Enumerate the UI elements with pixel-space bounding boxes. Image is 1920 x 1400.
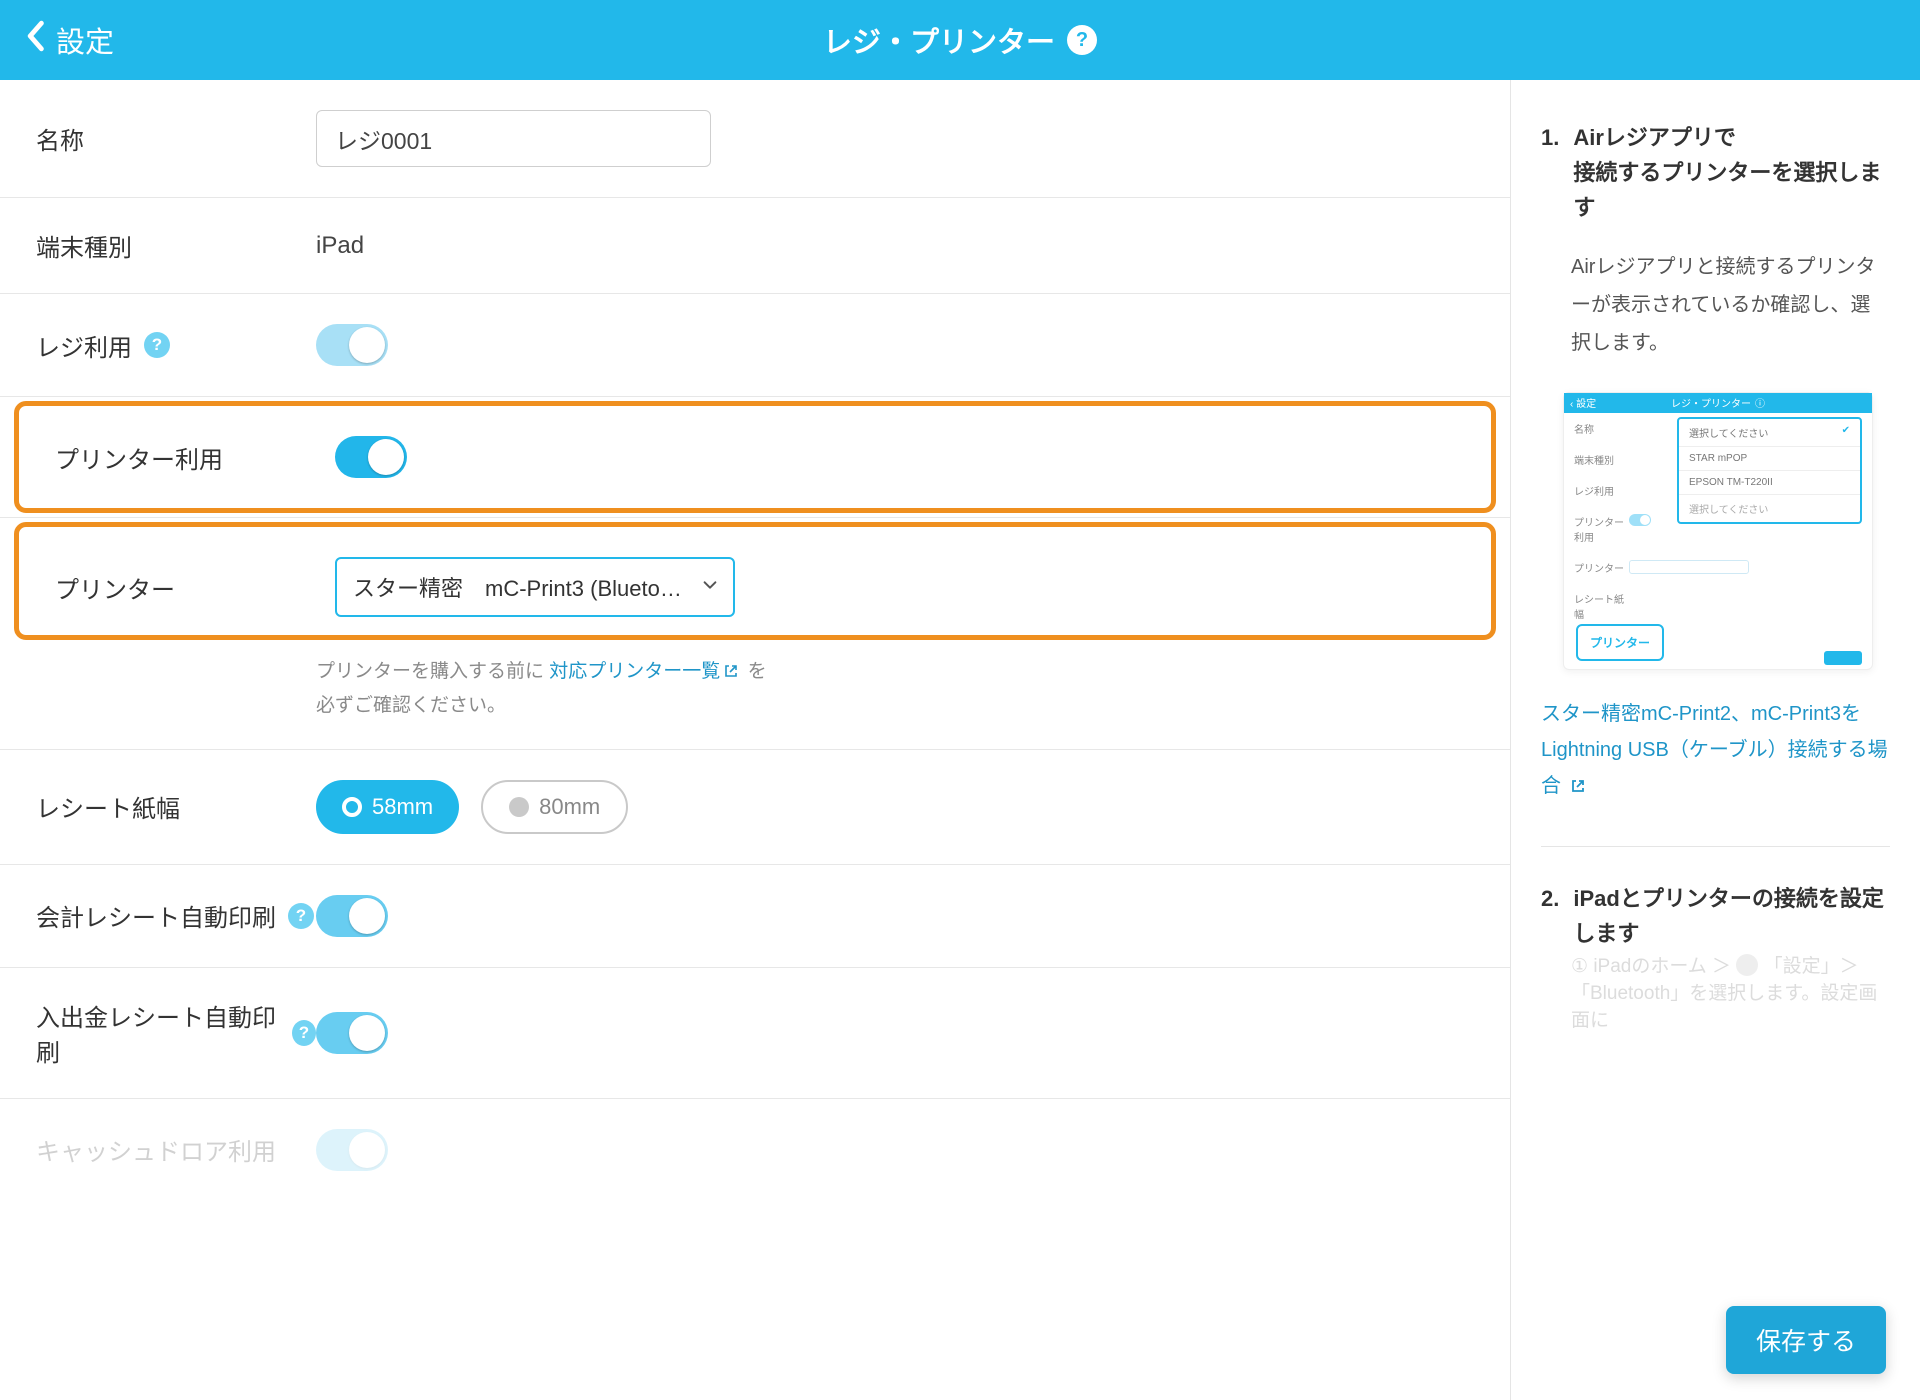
step2-title: iPadとプリンターの接続を設定します (1573, 881, 1890, 951)
gear-icon (1736, 954, 1758, 976)
step2-ghost: ① iPadのホーム ＞ 「設定」＞「Bluetooth」を選択します。設定画面… (1571, 951, 1890, 1032)
toggle-printer-use[interactable] (335, 436, 407, 478)
row-auto-cash-receipt: 入出金レシート自動印刷 ? (0, 968, 1510, 1099)
usb-connection-link[interactable]: スター精密mC-Print2、mC-Print3をLightning USB（ケ… (1541, 696, 1890, 806)
toggle-register-use[interactable] (316, 324, 388, 366)
toggle-drawer[interactable] (316, 1129, 388, 1171)
device-value: iPad (316, 232, 1474, 260)
label-paper-width: レシート紙幅 (36, 789, 316, 824)
paper-width-80mm[interactable]: 80mm (481, 780, 628, 834)
label-printer-use: プリンター利用 (55, 440, 335, 475)
radio-dot-icon (509, 797, 529, 817)
radio-dot-icon (342, 797, 362, 817)
help-icon[interactable]: ? (292, 1020, 316, 1046)
external-link-icon (723, 658, 739, 690)
name-input[interactable] (316, 110, 711, 167)
scroll-fade (0, 1280, 1510, 1400)
label-register-use: レジ利用 (36, 328, 132, 363)
step-number-1 (1541, 120, 1559, 226)
row-printer-use: プリンター利用 (19, 406, 1491, 508)
settings-form: 名称 端末種別 iPad レジ利用 ? プリンター利用 (0, 80, 1510, 1400)
step-number-2 (1541, 881, 1559, 951)
back-label: 設定 (56, 19, 114, 61)
help-icon[interactable]: ? (288, 903, 314, 929)
toggle-auto-cash-receipt[interactable] (316, 1012, 388, 1054)
row-register-use: レジ利用 ? (0, 294, 1510, 397)
printer-select-value: スター精密 mC-Print3 (Bluetooth/U… (353, 576, 734, 601)
row-drawer: キャッシュドロア利用 (0, 1099, 1510, 1217)
row-auto-receipt: 会計レシート自動印刷 ? (0, 865, 1510, 968)
label-device: 端末種別 (36, 228, 316, 263)
page-title: レジ・プリンター (823, 19, 1055, 61)
highlight-printer-use: プリンター利用 (14, 401, 1496, 513)
label-auto-receipt: 会計レシート自動印刷 (36, 898, 276, 933)
highlight-printer: プリンター スター精密 mC-Print3 (Bluetooth/U… (14, 522, 1496, 640)
paper-width-58mm[interactable]: 58mm (316, 780, 459, 834)
row-device: 端末種別 iPad (0, 198, 1510, 294)
save-button[interactable]: 保存する (1726, 1306, 1886, 1374)
label-auto-cash-receipt: 入出金レシート自動印刷 (36, 998, 280, 1068)
chevron-down-icon (701, 574, 719, 600)
chevron-left-icon (24, 20, 46, 60)
printer-helper: プリンターを購入する前に 対応プリンター一覧 を必ずご確認ください。 (316, 644, 776, 723)
row-name: 名称 (0, 80, 1510, 198)
printer-select[interactable]: スター精密 mC-Print3 (Bluetooth/U… (335, 557, 735, 617)
step1-body: Airレジアプリと接続するプリンターが表示されているか確認し、選択します。 (1571, 248, 1890, 362)
help-illustration: ‹ 設定 レジ・プリンター ⓘ 名称 端末種別 レジ利用 プリンター利用 プリン… (1563, 392, 1873, 670)
app-header: 設定 レジ・プリンター ? (0, 0, 1920, 80)
label-printer: プリンター (55, 570, 335, 605)
printer-list-link[interactable]: 対応プリンター一覧 (549, 661, 742, 682)
help-icon[interactable]: ? (144, 332, 170, 358)
label-drawer: キャッシュドロア利用 (36, 1132, 316, 1167)
external-link-icon (1570, 770, 1586, 806)
row-printer: プリンター スター精密 mC-Print3 (Bluetooth/U… (19, 527, 1491, 635)
help-icon[interactable]: ? (1067, 25, 1097, 55)
label-name: 名称 (36, 121, 316, 156)
step1-title: Airレジアプリで 接続するプリンターを選択します (1573, 120, 1890, 226)
toggle-auto-receipt[interactable] (316, 895, 388, 937)
back-button[interactable]: 設定 (0, 19, 114, 61)
row-paper-width: レシート紙幅 58mm 80mm (0, 750, 1510, 865)
help-panel: Airレジアプリで 接続するプリンターを選択します Airレジアプリと接続するプ… (1510, 80, 1920, 1400)
